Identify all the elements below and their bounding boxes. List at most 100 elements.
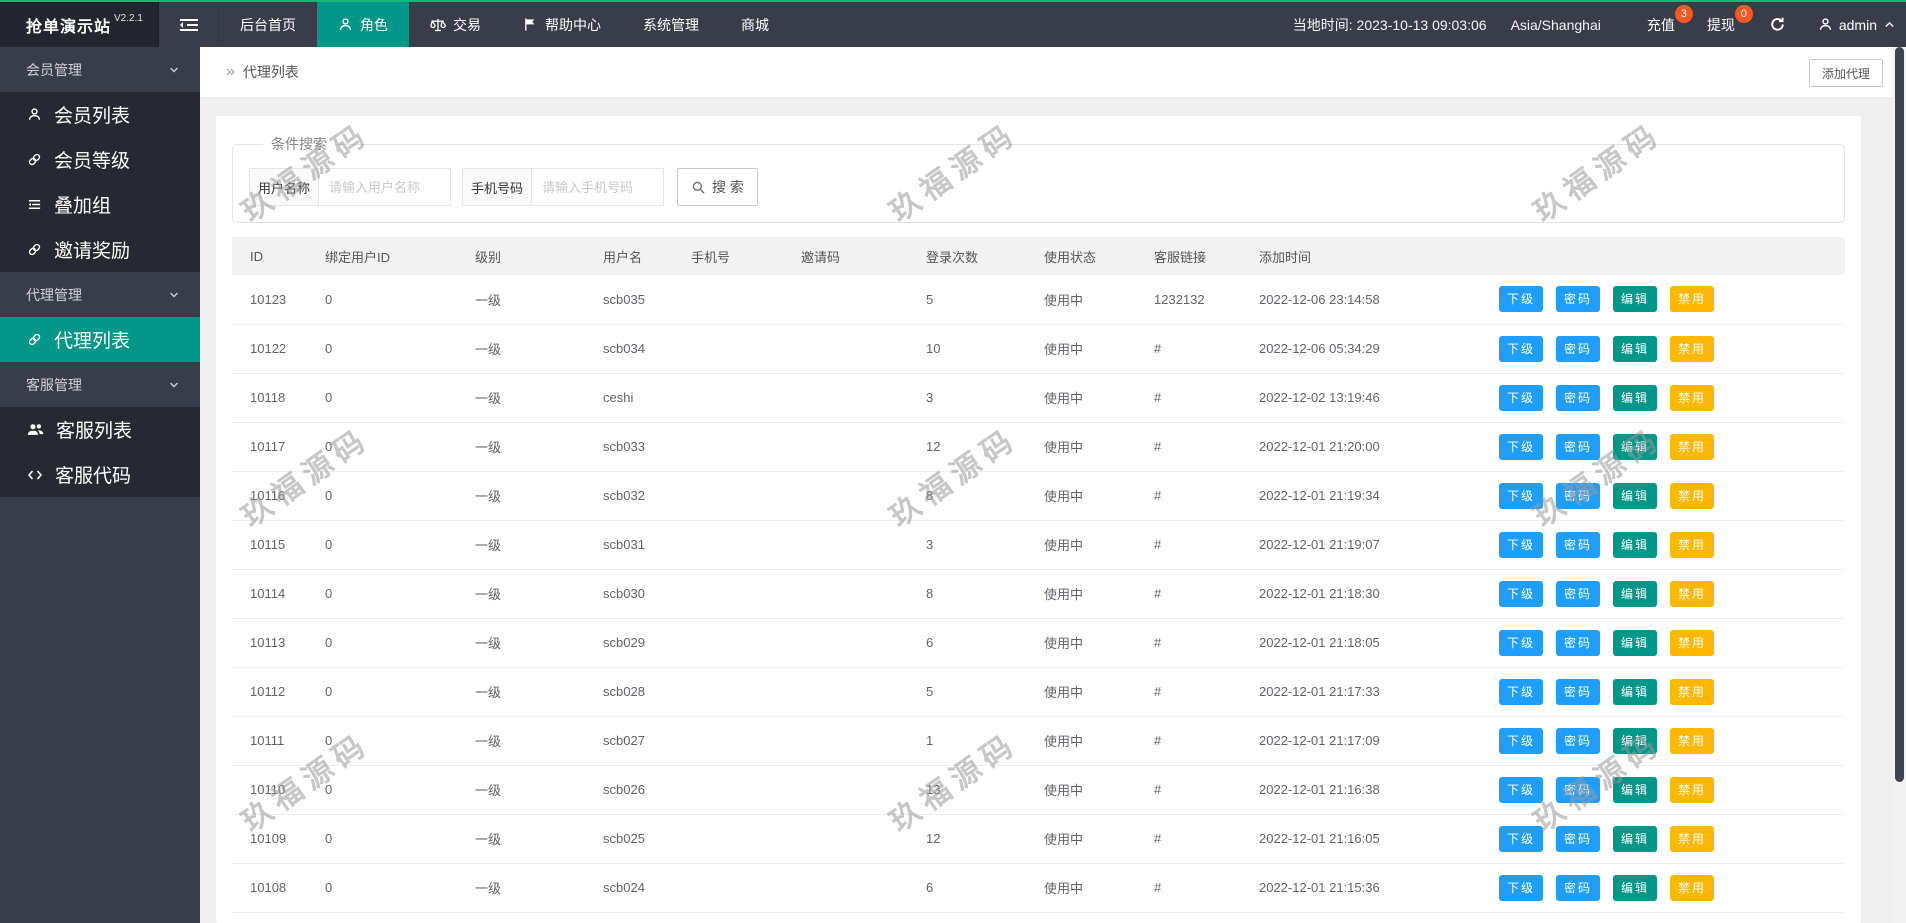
edit-button[interactable]: 编辑 — [1613, 286, 1658, 313]
disable-button[interactable]: 禁用 — [1670, 776, 1715, 803]
list-icon — [27, 197, 42, 212]
withdraw-button[interactable]: 提现 0 — [1691, 2, 1753, 47]
password-button[interactable]: 密码 — [1556, 727, 1601, 754]
top-nav-item-0[interactable]: 后台首页 — [219, 2, 317, 47]
sub-agents-button[interactable]: 下级 — [1499, 776, 1544, 803]
recharge-button[interactable]: 充值 3 — [1631, 2, 1693, 47]
top-nav-item-3[interactable]: 帮助中心 — [502, 2, 622, 47]
edit-button[interactable]: 编辑 — [1613, 678, 1658, 705]
edit-button[interactable]: 编辑 — [1613, 825, 1658, 852]
top-nav-label: 商城 — [741, 16, 769, 33]
search-button[interactable]: 搜 索 — [677, 168, 758, 206]
table-row: 10111 0 一级 scb027 1 使用中 #2022-12-01 21:17:09 下级… — [232, 716, 1845, 766]
sidebar-group-5[interactable]: 代理管理 — [0, 272, 200, 317]
cell-status: 使用中 — [1034, 275, 1144, 325]
sub-agents-button[interactable]: 下级 — [1499, 678, 1544, 705]
collapse-menu-button[interactable] — [159, 2, 219, 47]
password-button[interactable]: 密码 — [1556, 825, 1601, 852]
disable-button[interactable]: 禁用 — [1670, 678, 1715, 705]
sub-agents-button[interactable]: 下级 — [1499, 629, 1544, 656]
sub-agents-button[interactable]: 下级 — [1499, 286, 1544, 313]
table-row: 10109 0 一级 scb025 12 使用中 #2022-12-01 21:16:05 下… — [232, 814, 1845, 864]
column-header-8: 客服链接 — [1144, 237, 1249, 275]
cell-level: 一级 — [465, 569, 593, 619]
password-button[interactable]: 密码 — [1556, 482, 1601, 509]
sidebar-group-0[interactable]: 会员管理 — [0, 47, 200, 92]
edit-button[interactable]: 编辑 — [1613, 776, 1658, 803]
add-agent-button[interactable]: 添加代理 — [1808, 59, 1883, 87]
table-row: 10112 0 一级 scb028 5 使用中 #2022-12-01 21:17:33 下级… — [232, 667, 1845, 717]
table-row: 10118 0 一级 ceshi 3 使用中 #2022-12-02 13:19:46 下级密… — [232, 373, 1845, 423]
sub-agents-button[interactable]: 下级 — [1499, 580, 1544, 607]
cell-phone — [681, 324, 791, 374]
sidebar-item-9[interactable]: 客服代码 — [0, 452, 200, 497]
edit-button[interactable]: 编辑 — [1613, 482, 1658, 509]
edit-button[interactable]: 编辑 — [1613, 580, 1658, 607]
edit-button[interactable]: 编辑 — [1613, 874, 1658, 901]
disable-button[interactable]: 禁用 — [1670, 384, 1715, 411]
sub-agents-button[interactable]: 下级 — [1499, 335, 1544, 362]
cell-bind_uid: 0 — [315, 716, 465, 766]
edit-button[interactable]: 编辑 — [1613, 384, 1658, 411]
sub-agents-button[interactable]: 下级 — [1499, 727, 1544, 754]
sub-agents-button[interactable]: 下级 — [1499, 825, 1544, 852]
edit-button[interactable]: 编辑 — [1613, 433, 1658, 460]
password-button[interactable]: 密码 — [1556, 531, 1601, 558]
scrollbar-thumb[interactable] — [1895, 47, 1904, 782]
cell-actions: 下级 密码 编辑 禁用 — [1489, 667, 1845, 717]
sub-agents-button[interactable]: 下级 — [1499, 433, 1544, 460]
sub-agents-button[interactable]: 下级 — [1499, 874, 1544, 901]
sidebar-item-8[interactable]: 客服列表 — [0, 407, 200, 452]
edit-button[interactable]: 编辑 — [1613, 629, 1658, 656]
sidebar-item-1[interactable]: 会员列表 — [0, 92, 200, 137]
top-nav-item-2[interactable]: 交易 — [409, 2, 502, 47]
edit-button[interactable]: 编辑 — [1613, 335, 1658, 362]
cell-logins: 5 — [916, 667, 1034, 717]
top-nav-label: 角色 — [360, 16, 388, 33]
cell-created_at: 2022-12-06 05:34:29 — [1249, 324, 1489, 374]
sidebar-item-2[interactable]: 会员等级 — [0, 137, 200, 182]
disable-button[interactable]: 禁用 — [1670, 433, 1715, 460]
cell-id: 10115 — [232, 520, 315, 570]
top-nav-item-1[interactable]: 角色 — [317, 2, 409, 47]
table-row: 10108 0 一级 scb024 6 使用中 #2022-12-01 21:15:36 下级… — [232, 863, 1845, 913]
disable-button[interactable]: 禁用 — [1670, 580, 1715, 607]
sidebar-item-3[interactable]: 叠加组 — [0, 182, 200, 227]
disable-button[interactable]: 禁用 — [1670, 874, 1715, 901]
sub-agents-button[interactable]: 下级 — [1499, 482, 1544, 509]
edit-button[interactable]: 编辑 — [1613, 727, 1658, 754]
top-nav-item-4[interactable]: 系统管理 — [622, 2, 720, 47]
password-button[interactable]: 密码 — [1556, 335, 1601, 362]
username-input[interactable] — [319, 168, 452, 206]
password-button[interactable]: 密码 — [1556, 776, 1601, 803]
cell-created_at: 2022-12-06 23:14:58 — [1249, 275, 1489, 325]
link-icon — [27, 242, 42, 257]
disable-button[interactable]: 禁用 — [1670, 531, 1715, 558]
password-button[interactable]: 密码 — [1556, 678, 1601, 705]
sub-agents-button[interactable]: 下级 — [1499, 531, 1544, 558]
sidebar-item-6[interactable]: 代理列表 — [0, 317, 200, 362]
cell-invite_code — [791, 863, 916, 913]
disable-button[interactable]: 禁用 — [1670, 629, 1715, 656]
top-nav-item-5[interactable]: 商城 — [720, 2, 790, 47]
password-button[interactable]: 密码 — [1556, 384, 1601, 411]
phone-input[interactable] — [532, 168, 665, 206]
top-nav-label: 系统管理 — [643, 16, 699, 33]
password-button[interactable]: 密码 — [1556, 629, 1601, 656]
disable-button[interactable]: 禁用 — [1670, 335, 1715, 362]
sidebar-item-4[interactable]: 邀请奖励 — [0, 227, 200, 272]
sub-agents-button[interactable]: 下级 — [1499, 384, 1544, 411]
refresh-button[interactable] — [1751, 2, 1804, 47]
disable-button[interactable]: 禁用 — [1670, 825, 1715, 852]
password-button[interactable]: 密码 — [1556, 580, 1601, 607]
cell-logins: 8 — [916, 569, 1034, 619]
edit-button[interactable]: 编辑 — [1613, 531, 1658, 558]
sidebar-group-7[interactable]: 客服管理 — [0, 362, 200, 407]
disable-button[interactable]: 禁用 — [1670, 727, 1715, 754]
disable-button[interactable]: 禁用 — [1670, 286, 1715, 313]
disable-button[interactable]: 禁用 — [1670, 482, 1715, 509]
password-button[interactable]: 密码 — [1556, 433, 1601, 460]
user-menu[interactable]: admin — [1804, 2, 1906, 47]
password-button[interactable]: 密码 — [1556, 874, 1601, 901]
password-button[interactable]: 密码 — [1556, 286, 1601, 313]
